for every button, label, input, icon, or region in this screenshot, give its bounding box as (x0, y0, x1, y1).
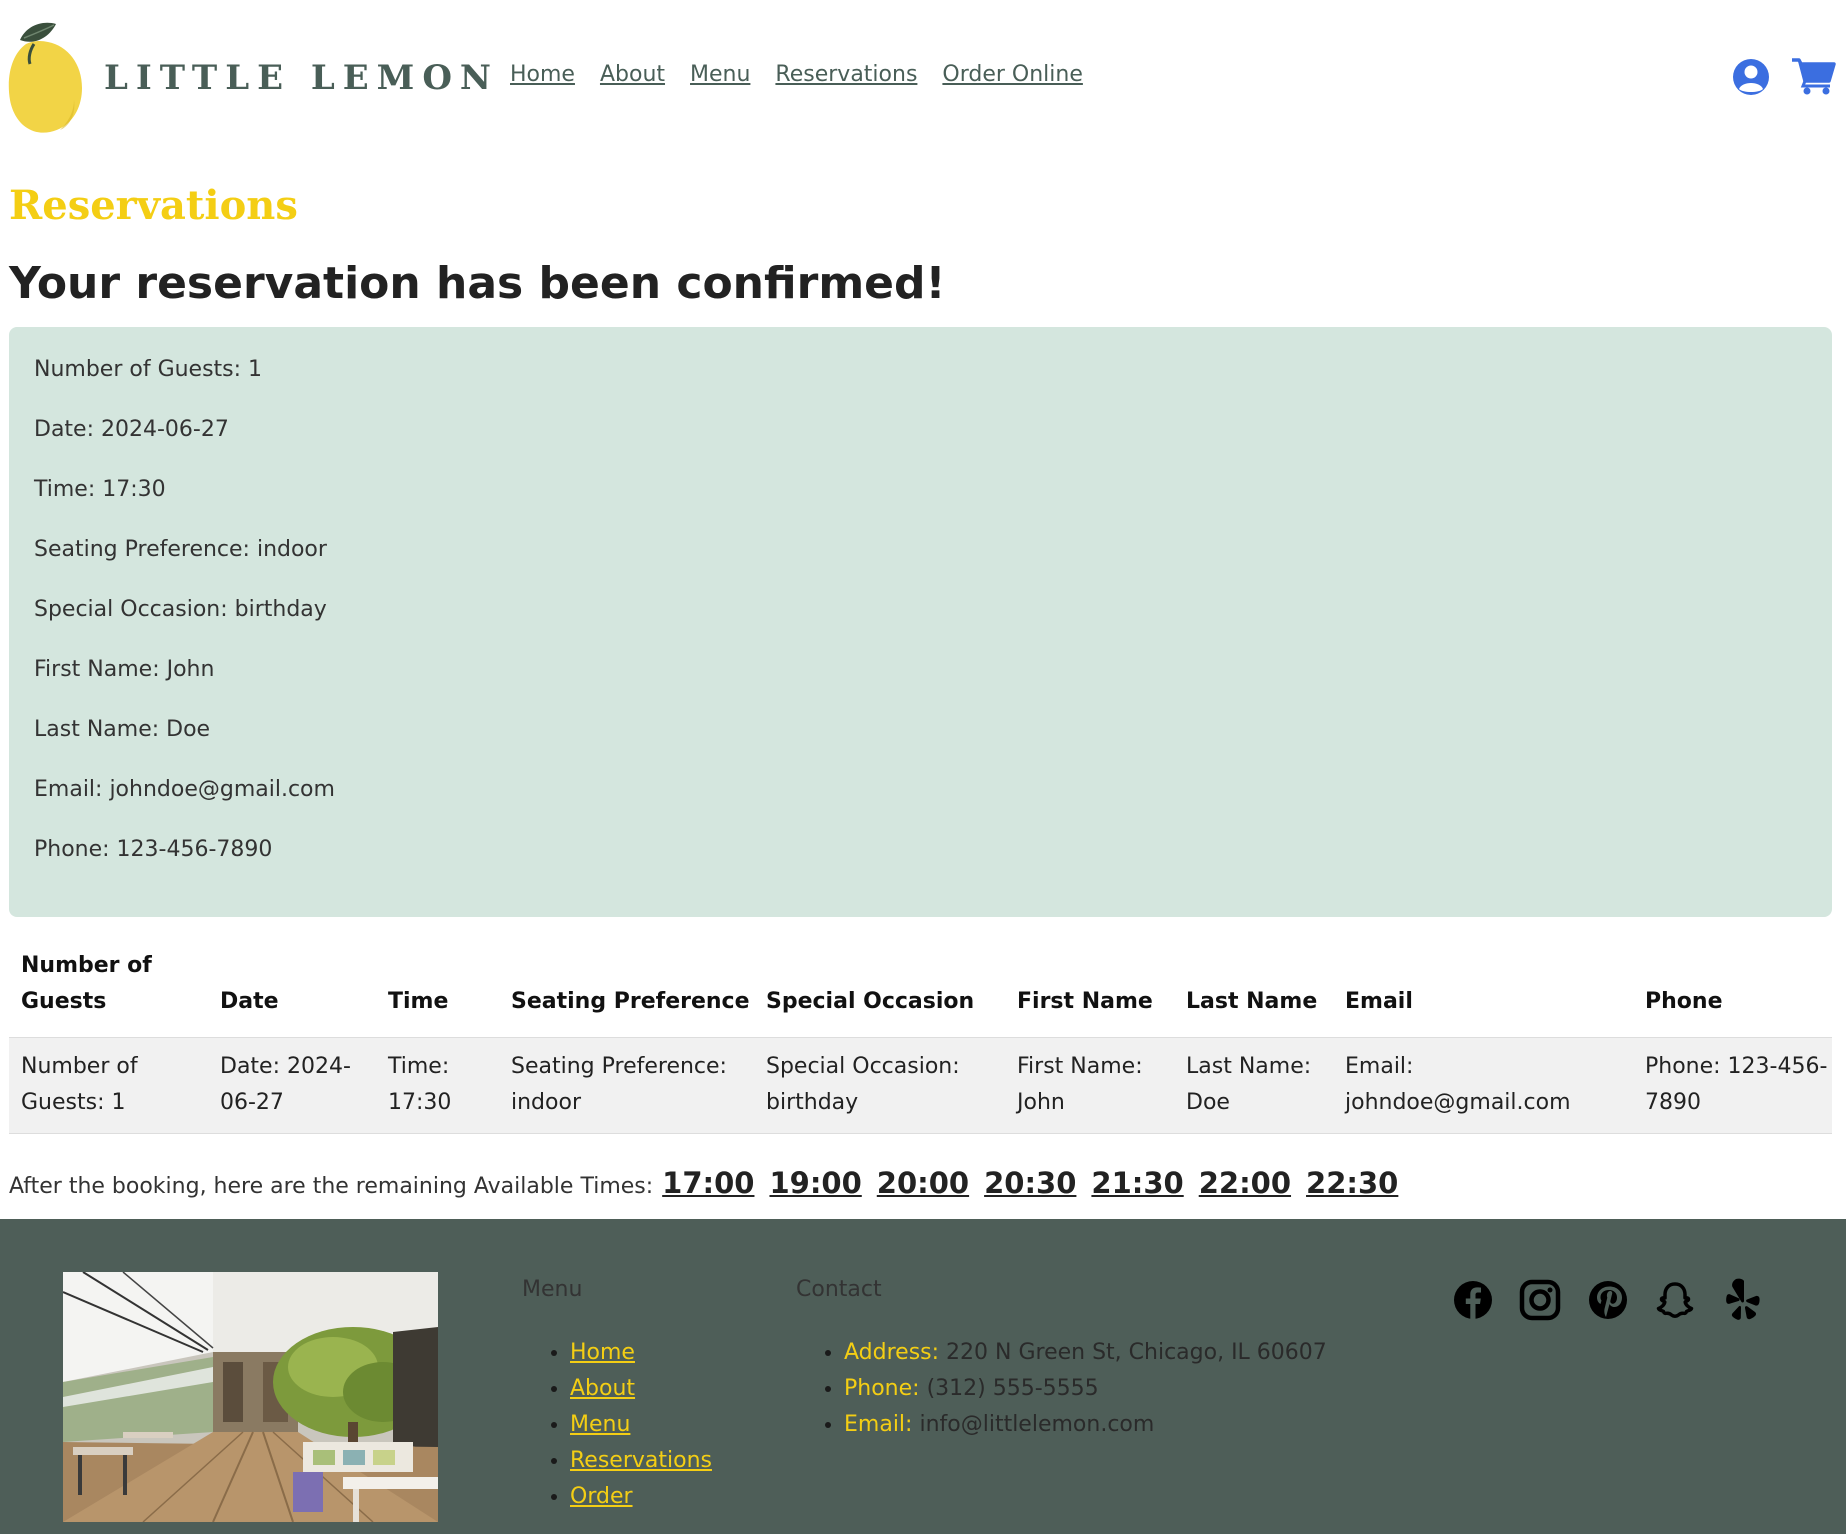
detail-last-name: Last Name: Doe (34, 717, 211, 742)
confirmation-heading: Your reservation has been confirmed! (9, 258, 946, 309)
list-item: Reservations (570, 1443, 712, 1479)
table-cell: Date: 2024-06-27 (220, 1054, 351, 1115)
site-footer: Menu Home About Menu Reservations Order … (0, 1219, 1846, 1534)
time-slot-link[interactable]: 21:30 (1091, 1166, 1183, 1200)
page-title: Reservations (9, 182, 298, 229)
list-item: About (570, 1371, 712, 1407)
nav-reservations[interactable]: Reservations (775, 62, 917, 87)
detail-first-name: First Name: John (34, 657, 215, 682)
facebook-icon[interactable] (1452, 1275, 1494, 1325)
footer-link-order[interactable]: Order (570, 1484, 633, 1509)
snapchat-icon[interactable] (1654, 1275, 1696, 1325)
pinterest-icon[interactable] (1587, 1275, 1629, 1325)
table-header: Date (220, 989, 279, 1014)
detail-guests: Number of Guests: 1 (34, 357, 263, 382)
list-item: Email: info@littlelemon.com (844, 1407, 1327, 1443)
nav-about[interactable]: About (600, 62, 665, 87)
detail-email: Email: johndoe@gmail.com (34, 777, 335, 802)
contact-email-label: Email: (844, 1412, 913, 1437)
list-item: Order (570, 1479, 712, 1515)
footer-menu-heading: Menu (522, 1277, 583, 1302)
table-cell: First Name: John (1017, 1054, 1143, 1115)
confirmation-details: Number of Guests: 1 Date: 2024-06-27 Tim… (9, 327, 1832, 917)
table-cell: Number of Guests: 1 (21, 1054, 138, 1115)
table-header: Email (1345, 989, 1413, 1014)
table-cell: Time: 17:30 (388, 1054, 452, 1115)
list-item: Address: 220 N Green St, Chicago, IL 606… (844, 1335, 1327, 1371)
time-slot-link[interactable]: 20:00 (877, 1166, 969, 1200)
nav-menu[interactable]: Menu (690, 62, 750, 87)
available-times: After the booking, here are the remainin… (9, 1166, 1398, 1200)
available-times-label: After the booking, here are the remainin… (9, 1174, 654, 1199)
site-header: LITTLE LEMON Home About Menu Reservation… (0, 0, 1846, 150)
table-cell: Email: johndoe@gmail.com (1345, 1054, 1571, 1115)
list-item: Phone: (312) 555-5555 (844, 1371, 1327, 1407)
contact-email: info@littlelemon.com (919, 1412, 1155, 1437)
table-header: Phone (1645, 989, 1723, 1014)
cart-icon[interactable] (1792, 56, 1836, 96)
footer-menu-list: Home About Menu Reservations Order (570, 1335, 712, 1515)
detail-date: Date: 2024-06-27 (34, 417, 229, 442)
table-header: Seating Preference (511, 989, 750, 1014)
list-item: Menu (570, 1407, 712, 1443)
main-nav: Home About Menu Reservations Order Onlin… (510, 62, 1083, 87)
table-cell: Phone: 123-456-7890 (1645, 1054, 1828, 1115)
footer-contact-list: Address: 220 N Green St, Chicago, IL 606… (844, 1335, 1327, 1443)
user-icon[interactable] (1732, 58, 1770, 96)
restaurant-photo (63, 1272, 438, 1522)
table-cell: Seating Preference: indoor (511, 1054, 727, 1115)
footer-link-reservations[interactable]: Reservations (570, 1448, 712, 1473)
brand-name: LITTLE LEMON (104, 58, 500, 98)
contact-address-label: Address: (844, 1340, 940, 1365)
detail-phone: Phone: 123-456-7890 (34, 837, 273, 862)
detail-occasion: Special Occasion: birthday (34, 597, 327, 622)
footer-link-about[interactable]: About (570, 1376, 635, 1401)
time-slot-link[interactable]: 17:00 (662, 1166, 754, 1200)
reservation-table: Number of Guests Date Time Seating Prefe… (9, 948, 1832, 1134)
contact-phone: (312) 555-5555 (926, 1376, 1099, 1401)
footer-contact-heading: Contact (796, 1277, 882, 1302)
list-item: Home (570, 1335, 712, 1371)
nav-order-online[interactable]: Order Online (942, 62, 1082, 87)
time-slot-link[interactable]: 22:00 (1199, 1166, 1291, 1200)
nav-home[interactable]: Home (510, 62, 575, 87)
table-header: Last Name (1186, 989, 1318, 1014)
table-header: Special Occasion (766, 989, 975, 1014)
instagram-icon[interactable] (1519, 1275, 1561, 1325)
table-header: Number of Guests (21, 953, 152, 1014)
table-header: Time (388, 989, 449, 1014)
table-cell: Special Occasion: birthday (766, 1054, 960, 1115)
lemon-logo-icon[interactable] (4, 14, 88, 138)
yelp-icon[interactable] (1721, 1275, 1763, 1325)
detail-seating: Seating Preference: indoor (34, 537, 327, 562)
footer-link-menu[interactable]: Menu (570, 1412, 630, 1437)
time-slot-link[interactable]: 22:30 (1306, 1166, 1398, 1200)
contact-address: 220 N Green St, Chicago, IL 60607 (946, 1340, 1327, 1365)
time-slot-link[interactable]: 20:30 (984, 1166, 1076, 1200)
detail-time: Time: 17:30 (34, 477, 166, 502)
table-cell: Last Name: Doe (1186, 1054, 1312, 1115)
time-slot-link[interactable]: 19:00 (769, 1166, 861, 1200)
footer-link-home[interactable]: Home (570, 1340, 635, 1365)
contact-phone-label: Phone: (844, 1376, 920, 1401)
table-header: First Name (1017, 989, 1153, 1014)
